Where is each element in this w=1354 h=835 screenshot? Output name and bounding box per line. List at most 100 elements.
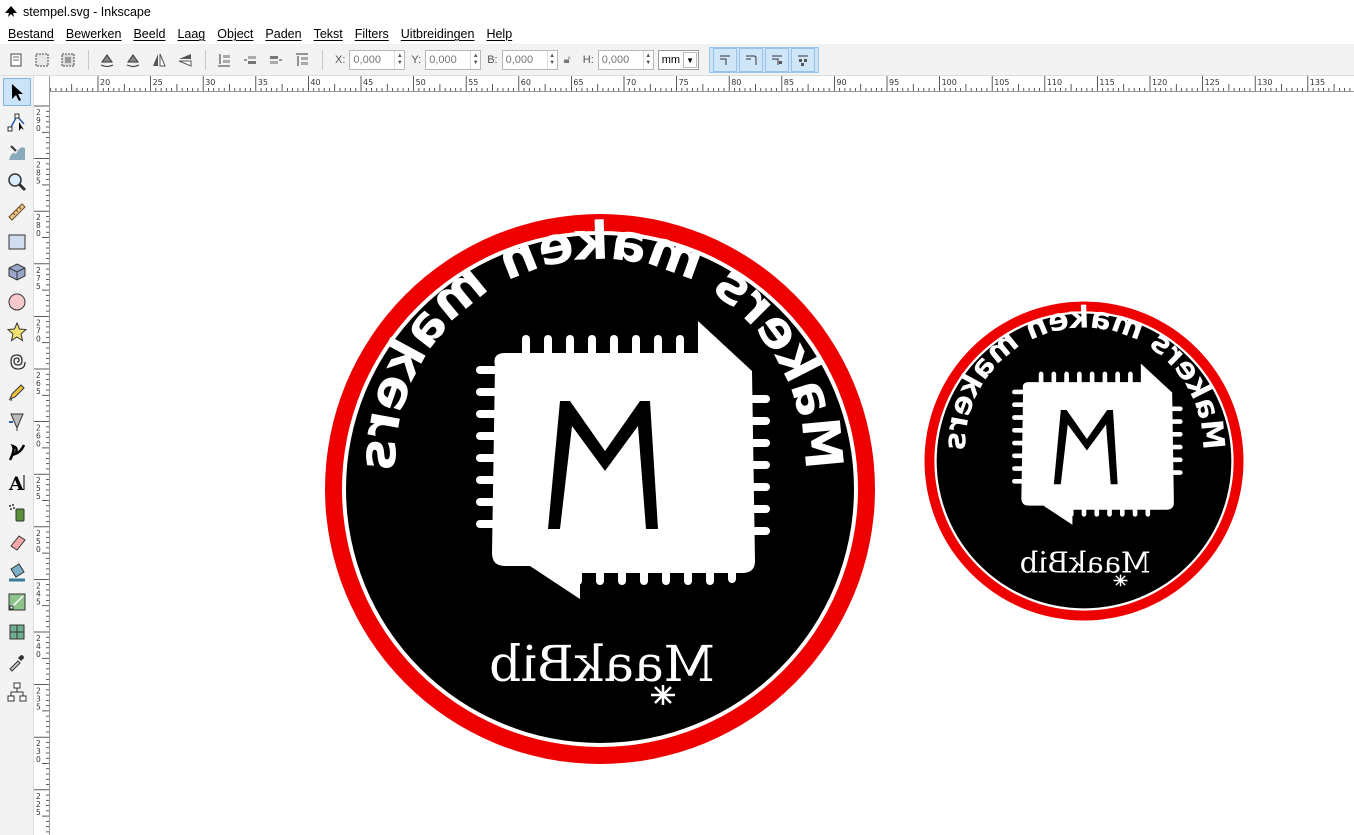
pen-tool[interactable] [3,408,31,436]
large-stamp[interactable]: Makers maken makers MaakBib [325,212,875,764]
magnifier-icon [8,173,27,192]
height-field[interactable]: 0,000 ▲ ▼ [597,50,654,70]
calligraphy-icon [8,443,26,461]
unit-value: mm [661,54,681,66]
stamp-brand-text: MaakBib [1020,545,1151,579]
spray-tool[interactable] [3,498,31,526]
menu-tekst[interactable]: Tekst [308,27,349,41]
text-tool[interactable]: A [3,468,31,496]
menu-help[interactable]: Help [480,27,518,41]
height-value: 0,000 [601,54,630,66]
raise-to-top-button[interactable] [290,48,314,72]
width-spin-arrows[interactable]: ▲ ▼ [546,51,557,69]
select-all-layers-button[interactable] [30,48,54,72]
eraser-icon [10,535,26,551]
flip-horizontal-button[interactable] [147,48,171,72]
menu-bar: Bestand Bewerken Beeld Laag Object Paden… [0,24,1354,45]
select-all-icon [10,53,22,67]
node-tool[interactable] [3,108,31,136]
deselect-button[interactable] [56,48,80,72]
flip-horizontal-icon [153,53,166,67]
gradient-icon [8,593,26,611]
circle-icon [8,293,26,311]
calligraphy-tool[interactable] [3,438,31,466]
horizontal-ruler-scale: 20 25 30 35 40 45 50 55 60 65 70 75 80 85 90 95 100 105 11… [50,76,1351,91]
move-gradients-toggle[interactable] [765,48,790,72]
spark-icon [651,685,675,705]
eyedropper-icon [9,655,24,672]
tweak-tool[interactable] [3,138,31,166]
rectangle-icon [8,234,26,250]
spiral-tool[interactable] [3,348,31,376]
ruler-label: 135 [1310,78,1325,87]
ellipse-tool[interactable] [3,288,31,316]
width-field[interactable]: 0,000 ▲ ▼ [501,50,558,70]
lower-button[interactable] [238,48,262,72]
x-field[interactable]: 0,000 ▲ ▼ [349,50,406,70]
scale-corners-icon [746,55,757,65]
measure-tool[interactable] [3,198,31,226]
transform-toggle-group [709,47,820,73]
select-all-button[interactable] [4,48,28,72]
menu-bewerken[interactable]: Bewerken [60,27,128,41]
vertical-ruler-scale: 2902852802752702652602552502452402352302… [34,105,49,833]
connector-tool[interactable] [3,678,31,706]
flip-vertical-icon [178,54,192,67]
zoom-tool[interactable] [3,168,31,196]
spin-down-icon: ▼ [645,60,652,66]
deselect-icon [61,53,75,67]
rotate-ccw-button[interactable] [95,48,119,72]
lock-ratio-icon[interactable]: 🔓︎ [564,54,571,67]
small-stamp[interactable]: Makers maken makers MaakBib [924,300,1244,621]
menu-uitbreidingen[interactable]: Uitbreidingen [395,27,481,41]
eraser-tool[interactable] [3,528,31,556]
chevron-down-icon[interactable]: ▼ [683,52,698,68]
ruler-label: 65 [573,78,583,87]
vertical-ruler[interactable]: 2902852802752702652602552502452402352302… [34,76,50,835]
stamp-brand-text: MaakBib [489,635,715,693]
menu-object[interactable]: Object [211,27,259,41]
ruler-label: 90 [836,78,846,87]
menu-beeld[interactable]: Beeld [127,27,171,41]
rotate-cw-button[interactable] [121,48,145,72]
raise-button[interactable] [264,48,288,72]
mesh-tool[interactable] [3,618,31,646]
y-field[interactable]: 0,000 ▲ ▼ [425,50,482,70]
tweak-icon [9,145,25,160]
spin-down-icon: ▼ [472,60,479,66]
pencil-tool[interactable] [3,378,31,406]
x-spin-arrows[interactable]: ▲ ▼ [394,51,404,69]
star-tool[interactable] [3,318,31,346]
spin-down-icon: ▼ [396,60,403,66]
window-title: stempel.svg - Inkscape [23,5,151,19]
ruler-label: 0 [36,650,41,659]
selector-tool[interactable] [3,78,31,106]
menu-laag[interactable]: Laag [171,27,211,41]
gradient-tool[interactable] [3,588,31,616]
spray-can-icon [9,504,25,522]
node-edit-icon [7,113,25,132]
paint-bucket-tool[interactable] [3,558,31,586]
scale-stroke-toggle[interactable] [713,48,738,72]
dropper-tool[interactable] [3,648,31,676]
menu-filters[interactable]: Filters [349,27,395,41]
ruler-label: 75 [679,78,689,87]
menu-bestand[interactable]: Bestand [2,27,60,41]
horizontal-ruler[interactable]: 20 25 30 35 40 45 50 55 60 65 70 75 80 85 90 95 100 105 11… [50,76,1354,92]
flip-vertical-button[interactable] [173,48,197,72]
box3d-tool[interactable] [3,258,31,286]
raise-to-top-icon [296,53,308,66]
drawing-canvas[interactable]: Makers maken makers MaakBib Makers maken… [50,92,1354,835]
x-label: X: [335,54,346,66]
pencil-icon [8,384,25,402]
scale-corners-toggle[interactable] [739,48,764,72]
menu-paden[interactable]: Paden [259,27,307,41]
lower-to-bottom-button[interactable] [212,48,236,72]
move-patterns-toggle[interactable] [791,48,816,72]
unit-select[interactable]: mm ▼ [657,50,700,70]
height-spin-arrows[interactable]: ▲ ▼ [642,51,653,69]
inkscape-logo-icon [5,6,17,17]
rectangle-tool[interactable] [3,228,31,256]
y-spin-arrows[interactable]: ▲ ▼ [470,51,480,69]
spin-up-icon: ▲ [396,53,403,59]
